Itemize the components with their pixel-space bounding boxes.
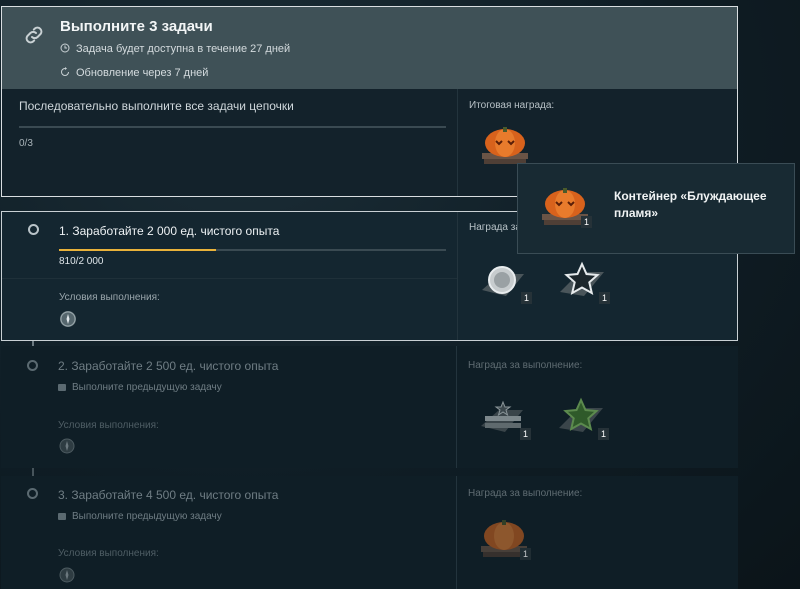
task-title: 1. Заработайте 2 000 ед. чистого опыта: [59, 224, 280, 238]
task-progress-fill: [59, 249, 216, 251]
reward-item-star[interactable]: 1: [556, 260, 610, 304]
clock-icon: [60, 43, 70, 53]
reward-qty: 1: [519, 428, 531, 440]
refresh-line: Обновление через 7 дней: [60, 67, 208, 79]
reward-qty: 1: [520, 292, 532, 304]
conditions-label: Условия выполнения:: [58, 548, 159, 559]
compass-icon[interactable]: [60, 311, 76, 327]
chain-progress-text: 0/3: [19, 138, 33, 149]
task-3[interactable]: 3. Заработайте 4 500 ед. чистого опыта В…: [1, 476, 738, 589]
locked-text: Выполните предыдущую задачу: [72, 382, 222, 393]
reward-qty: 1: [519, 548, 531, 560]
tooltip-reward-item: 1: [538, 184, 592, 228]
task-status-circle: [27, 360, 38, 371]
task-divider: [456, 346, 457, 468]
availability-text: Задача будет доступна в течение 27 дней: [76, 43, 291, 55]
locked-line: Выполните предыдущую задачу: [58, 382, 222, 393]
task-title: 3. Заработайте 4 500 ед. чистого опыта: [58, 488, 279, 502]
reward-item-pumpkin-container[interactable]: 1: [477, 516, 531, 560]
tooltip-title: Контейнер «Блуждающее пламя»: [614, 189, 767, 220]
chain-title: Выполните 3 задачи: [60, 18, 213, 35]
conditions-label: Условия выполнения:: [58, 420, 159, 431]
final-reward-label: Итоговая награда:: [469, 100, 555, 111]
reward-label: Награда за: [469, 222, 521, 233]
lock-icon: [58, 384, 66, 391]
reward-label: Награда за выполнение:: [468, 488, 583, 499]
pumpkin-container-icon: [482, 127, 528, 164]
reward-qty: 1: [597, 428, 609, 440]
locked-text: Выполните предыдущую задачу: [72, 511, 222, 522]
task-divider: [456, 476, 457, 589]
reward-tooltip: 1 Контейнер «Блуждающее пламя»: [517, 163, 795, 254]
lock-icon: [58, 513, 66, 520]
chain-header-band: Выполните 3 задачи Задача будет доступна…: [2, 7, 737, 89]
locked-line: Выполните предыдущую задачу: [58, 511, 222, 522]
compass-icon[interactable]: [59, 438, 75, 454]
reward-item-camouflage[interactable]: 1: [477, 396, 531, 440]
final-reward-item[interactable]: [478, 123, 532, 167]
task-2[interactable]: 2. Заработайте 2 500 ед. чистого опыта В…: [1, 346, 738, 468]
chain-progress-bar: [19, 126, 446, 128]
header-divider: [457, 89, 458, 196]
row-divider: [2, 278, 457, 279]
refresh-icon: [61, 67, 69, 76]
reward-label: Награда за выполнение:: [468, 360, 583, 371]
refresh-text: Обновление через 7 дней: [76, 67, 209, 79]
task-title: 2. Заработайте 2 500 ед. чистого опыта: [58, 359, 279, 373]
task-status-circle: [27, 488, 38, 499]
compass-icon[interactable]: [59, 567, 75, 583]
conditions-label: Условия выполнения:: [59, 292, 160, 303]
availability-line: Задача будет доступна в течение 27 дней: [60, 43, 290, 55]
reward-item-green-star[interactable]: 1: [555, 396, 609, 440]
reward-qty: 1: [598, 292, 610, 304]
link-icon: [25, 26, 43, 44]
task-progress-text: 810/2 000: [59, 256, 104, 267]
task-divider: [457, 212, 458, 340]
task-status-circle: [28, 224, 39, 235]
reward-item-silver-medal[interactable]: 1: [478, 260, 532, 304]
tooltip-qty: 1: [580, 216, 592, 228]
task-progress-bar: [59, 249, 446, 251]
chain-instruction: Последовательно выполните все задачи цеп…: [19, 99, 294, 113]
